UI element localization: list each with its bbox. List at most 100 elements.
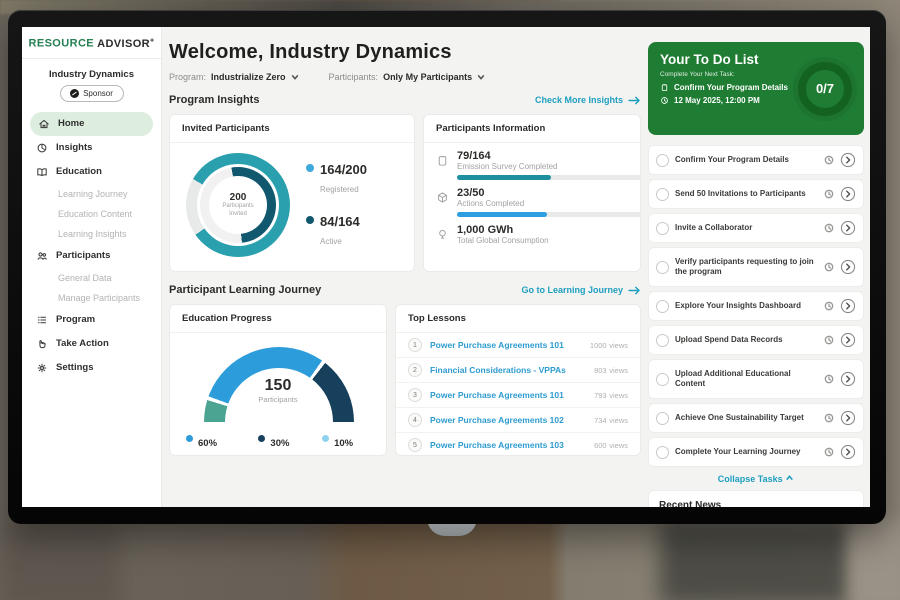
clipboard-icon bbox=[660, 83, 669, 92]
participants-information-card: Participants Information 79/164 Emission… bbox=[423, 114, 641, 272]
sidebar-item-program[interactable]: Program bbox=[22, 308, 161, 332]
task-checkbox[interactable] bbox=[656, 446, 669, 459]
lesson-row-1[interactable]: 1 Power Purchase Agreements 101 1000 vie… bbox=[396, 333, 640, 358]
sidebar-item-education-content[interactable]: Education Content bbox=[22, 204, 161, 224]
task-label: Achieve One Sustainability Target bbox=[675, 413, 818, 423]
lesson-row-3[interactable]: 3 Power Purchase Agreements 101 793 view… bbox=[396, 383, 640, 408]
go-to-learning-journey-link[interactable]: Go to Learning Journey bbox=[521, 285, 641, 295]
lesson-link[interactable]: Power Purchase Agreements 102 bbox=[430, 415, 586, 425]
lesson-row-2[interactable]: 2 Financial Considerations - VPPAs 803 v… bbox=[396, 358, 640, 383]
sponsor-icon bbox=[70, 89, 79, 98]
sidebar-item-participants[interactable]: Participants bbox=[22, 244, 161, 268]
task-checkbox[interactable] bbox=[656, 222, 669, 235]
todo-progress-ring: 0/7 bbox=[798, 62, 852, 116]
task-label: Complete Your Learning Journey bbox=[675, 447, 818, 457]
todo-panel: Your To Do List Complete Your Next Task:… bbox=[644, 27, 870, 507]
lesson-link[interactable]: Power Purchase Agreements 101 bbox=[430, 390, 586, 400]
task-confirm-program[interactable]: Confirm Your Program Details bbox=[648, 145, 864, 175]
sidebar-item-take-action[interactable]: Take Action bbox=[22, 332, 161, 356]
lesson-row-5[interactable]: 5 Power Purchase Agreements 103 600 view… bbox=[396, 433, 640, 456]
collapse-tasks-link[interactable]: Collapse Tasks bbox=[648, 471, 864, 490]
task-checkbox[interactable] bbox=[656, 300, 669, 313]
education-progress-gauge: 150 Participants bbox=[170, 341, 386, 429]
progress-fill bbox=[457, 175, 551, 180]
task-verify-participants[interactable]: Verify participants requesting to join t… bbox=[648, 247, 864, 287]
task-send-invitations[interactable]: Send 50 Invitations to Participants bbox=[648, 179, 864, 209]
chevron-down-icon bbox=[291, 73, 299, 81]
task-label: Explore Your Insights Dashboard bbox=[675, 301, 818, 311]
insights-icon bbox=[36, 142, 48, 154]
task-invite-collaborator[interactable]: Invite a Collaborator bbox=[648, 213, 864, 243]
clock-icon bbox=[824, 374, 834, 384]
sidebar-item-learning-journey[interactable]: Learning Journey bbox=[22, 184, 161, 204]
lesson-rank: 2 bbox=[408, 363, 422, 377]
stat-value: 1,000 GWh bbox=[457, 224, 549, 236]
actions-completed-stat: 23/50 Actions Completed bbox=[436, 187, 626, 217]
task-achieve-sustainability-target[interactable]: Achieve One Sustainability Target bbox=[648, 403, 864, 433]
sponsor-label: Sponsor bbox=[83, 89, 113, 98]
invited-participants-card: Invited Participants 200 Participants In… bbox=[169, 114, 415, 272]
education-progress-card: Education Progress 150 Participants 60% … bbox=[169, 304, 387, 456]
program-filter-dropdown[interactable]: Program: Industrialize Zero bbox=[169, 72, 299, 82]
chevron-right-icon[interactable] bbox=[840, 410, 856, 426]
card-title: Education Progress bbox=[170, 305, 386, 333]
sidebar-item-settings[interactable]: Settings bbox=[22, 356, 161, 380]
task-checkbox[interactable] bbox=[656, 188, 669, 201]
task-checkbox[interactable] bbox=[656, 412, 669, 425]
invited-participants-chart: 200 Participants Invited 164/200 Registe… bbox=[170, 143, 414, 257]
legend-dot-registered bbox=[306, 164, 314, 172]
chevron-right-icon[interactable] bbox=[840, 444, 856, 460]
lesson-link[interactable]: Power Purchase Agreements 103 bbox=[430, 440, 586, 450]
sidebar: RESOURCE ADVISOR+ Industry Dynamics Spon… bbox=[22, 27, 162, 507]
chevron-right-icon[interactable] bbox=[840, 186, 856, 202]
task-label: Confirm Your Program Details bbox=[675, 155, 818, 165]
emission-survey-stat: 79/164 Emission Survey Completed bbox=[436, 150, 626, 180]
chevron-right-icon[interactable] bbox=[840, 259, 856, 275]
chevron-right-icon[interactable] bbox=[840, 332, 856, 348]
task-upload-spend-data[interactable]: Upload Spend Data Records bbox=[648, 325, 864, 355]
task-explore-insights[interactable]: Explore Your Insights Dashboard bbox=[648, 291, 864, 321]
lesson-link[interactable]: Financial Considerations - VPPAs bbox=[430, 365, 586, 375]
chevron-right-icon[interactable] bbox=[840, 298, 856, 314]
learning-cards-row: Education Progress 150 Participants 60% … bbox=[169, 304, 641, 456]
sidebar-item-general-data[interactable]: General Data bbox=[22, 268, 161, 288]
card-title: Invited Participants bbox=[170, 115, 414, 143]
legend-registered: 164/200 Registered bbox=[306, 161, 367, 197]
task-checkbox[interactable] bbox=[656, 334, 669, 347]
sidebar-item-education[interactable]: Education bbox=[22, 160, 161, 184]
task-checkbox[interactable] bbox=[656, 261, 669, 274]
todo-summary-card: Your To Do List Complete Your Next Task:… bbox=[648, 42, 864, 135]
sidebar-item-insights[interactable]: Insights bbox=[22, 136, 161, 160]
chevron-down-icon bbox=[477, 73, 485, 81]
logo-secondary: ADVISOR+ bbox=[97, 38, 154, 50]
task-checkbox[interactable] bbox=[656, 154, 669, 167]
sponsor-badge[interactable]: Sponsor bbox=[60, 85, 124, 102]
task-complete-learning-journey[interactable]: Complete Your Learning Journey bbox=[648, 437, 864, 467]
chevron-right-icon[interactable] bbox=[840, 371, 856, 387]
task-upload-educational-content[interactable]: Upload Additional Educational Content bbox=[648, 359, 864, 399]
sidebar-item-learning-insights[interactable]: Learning Insights bbox=[22, 224, 161, 244]
clock-icon bbox=[824, 155, 834, 165]
task-checkbox[interactable] bbox=[656, 373, 669, 386]
energy-icon bbox=[436, 228, 449, 241]
sidebar-item-home[interactable]: Home bbox=[30, 112, 153, 136]
check-more-insights-link[interactable]: Check More Insights bbox=[535, 95, 641, 105]
participants-filter-dropdown[interactable]: Participants: Only My Participants bbox=[329, 72, 486, 82]
learning-journey-header: Participant Learning Journey Go to Learn… bbox=[169, 284, 641, 296]
clock-icon bbox=[660, 96, 669, 105]
program-insights-heading: Program Insights bbox=[169, 94, 259, 106]
sidebar-item-manage-participants[interactable]: Manage Participants bbox=[22, 288, 161, 308]
chevron-right-icon[interactable] bbox=[840, 152, 856, 168]
lesson-row-4[interactable]: 4 Power Purchase Agreements 102 734 view… bbox=[396, 408, 640, 433]
participants-filter-label: Participants: bbox=[329, 72, 379, 82]
legend-completed: 60% Completed bbox=[186, 433, 234, 456]
chevron-right-icon[interactable] bbox=[840, 220, 856, 236]
lesson-rank: 5 bbox=[408, 438, 422, 452]
stat-value: 79/164 bbox=[457, 150, 641, 162]
task-label: Invite a Collaborator bbox=[675, 223, 818, 233]
clock-icon bbox=[824, 413, 834, 423]
background-blur-shape bbox=[660, 520, 850, 600]
donut-center-label: 200 Participants Invited bbox=[186, 153, 290, 257]
legend-dot-pending bbox=[258, 435, 265, 442]
lesson-link[interactable]: Power Purchase Agreements 101 bbox=[430, 340, 582, 350]
